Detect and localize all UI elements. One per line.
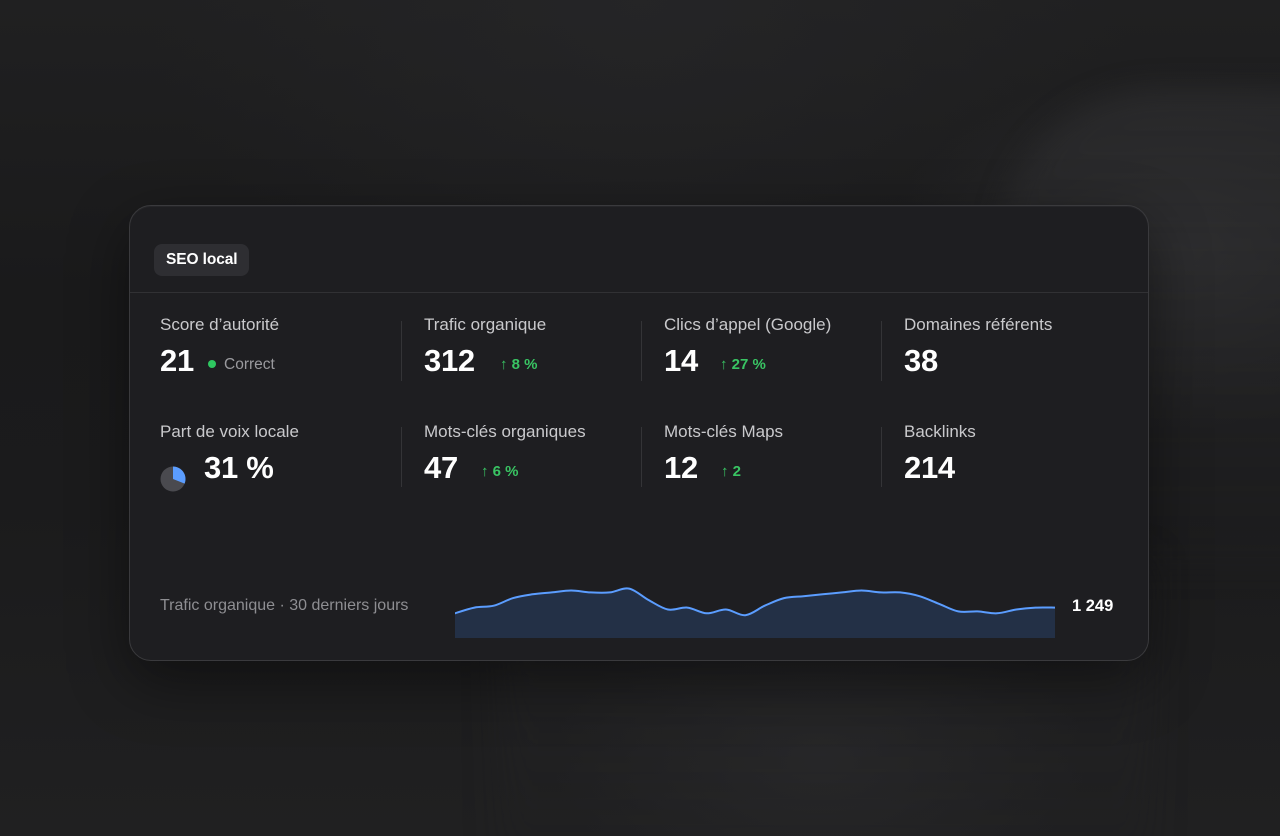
seo-local-tag[interactable]: SEO local bbox=[154, 244, 250, 276]
sparkline-row: Trafic organique · 30 derniers jours 1 2… bbox=[130, 566, 1148, 646]
column-divider bbox=[401, 321, 402, 381]
metric-label: Domaines référents bbox=[904, 315, 1053, 334]
metric-value: 12 bbox=[664, 450, 698, 485]
metric-value: 21 bbox=[160, 343, 194, 378]
metric-delta: ↑ 6 % bbox=[481, 463, 519, 480]
metric-value: 214 bbox=[904, 450, 955, 485]
metric-label: Mots‑clés Maps bbox=[664, 422, 784, 441]
metric-value: 47 bbox=[424, 450, 458, 485]
metric-label: Backlinks bbox=[904, 422, 976, 441]
status-indicator: Correct bbox=[208, 356, 275, 374]
metric-label: Trafic organique bbox=[424, 315, 547, 334]
sparkline-chart bbox=[455, 587, 1055, 638]
status-dot-icon bbox=[208, 360, 216, 368]
sparkline-total: 1 249 bbox=[1072, 597, 1114, 615]
column-divider bbox=[881, 427, 882, 487]
share-pie-chart-icon bbox=[160, 466, 186, 492]
metric-delta: ↑ 8 % bbox=[500, 356, 538, 373]
metric-value: 312 bbox=[424, 343, 475, 378]
sparkline-label: Trafic organique · 30 derniers jours bbox=[160, 597, 409, 614]
metric-value: 14 bbox=[664, 343, 698, 378]
metric-value: 38 bbox=[904, 343, 938, 378]
metric-label: Part de voix locale bbox=[160, 422, 299, 441]
metric-label: Score d’autorité bbox=[160, 315, 280, 334]
metric-delta: ↑ 27 % bbox=[720, 356, 766, 373]
column-divider bbox=[641, 427, 642, 487]
sparkline-area bbox=[455, 588, 1055, 638]
metric-label: Mots‑clés organiques bbox=[424, 422, 586, 441]
metric-label: Clics d’appel (Google) bbox=[664, 315, 832, 334]
column-divider bbox=[641, 321, 642, 381]
metric-delta: ↑ 2 bbox=[721, 463, 742, 480]
card-header: SEO local bbox=[130, 206, 1148, 293]
column-divider bbox=[401, 427, 402, 487]
metrics-grid: Score d’autorité 21 Correct Trafic organ… bbox=[130, 293, 1148, 508]
column-divider bbox=[881, 321, 882, 381]
status-text: Correct bbox=[224, 356, 275, 373]
seo-local-card: SEO local Score d’autorité 21 Correct Tr… bbox=[129, 205, 1149, 661]
metric-value: 31 % bbox=[204, 450, 274, 485]
